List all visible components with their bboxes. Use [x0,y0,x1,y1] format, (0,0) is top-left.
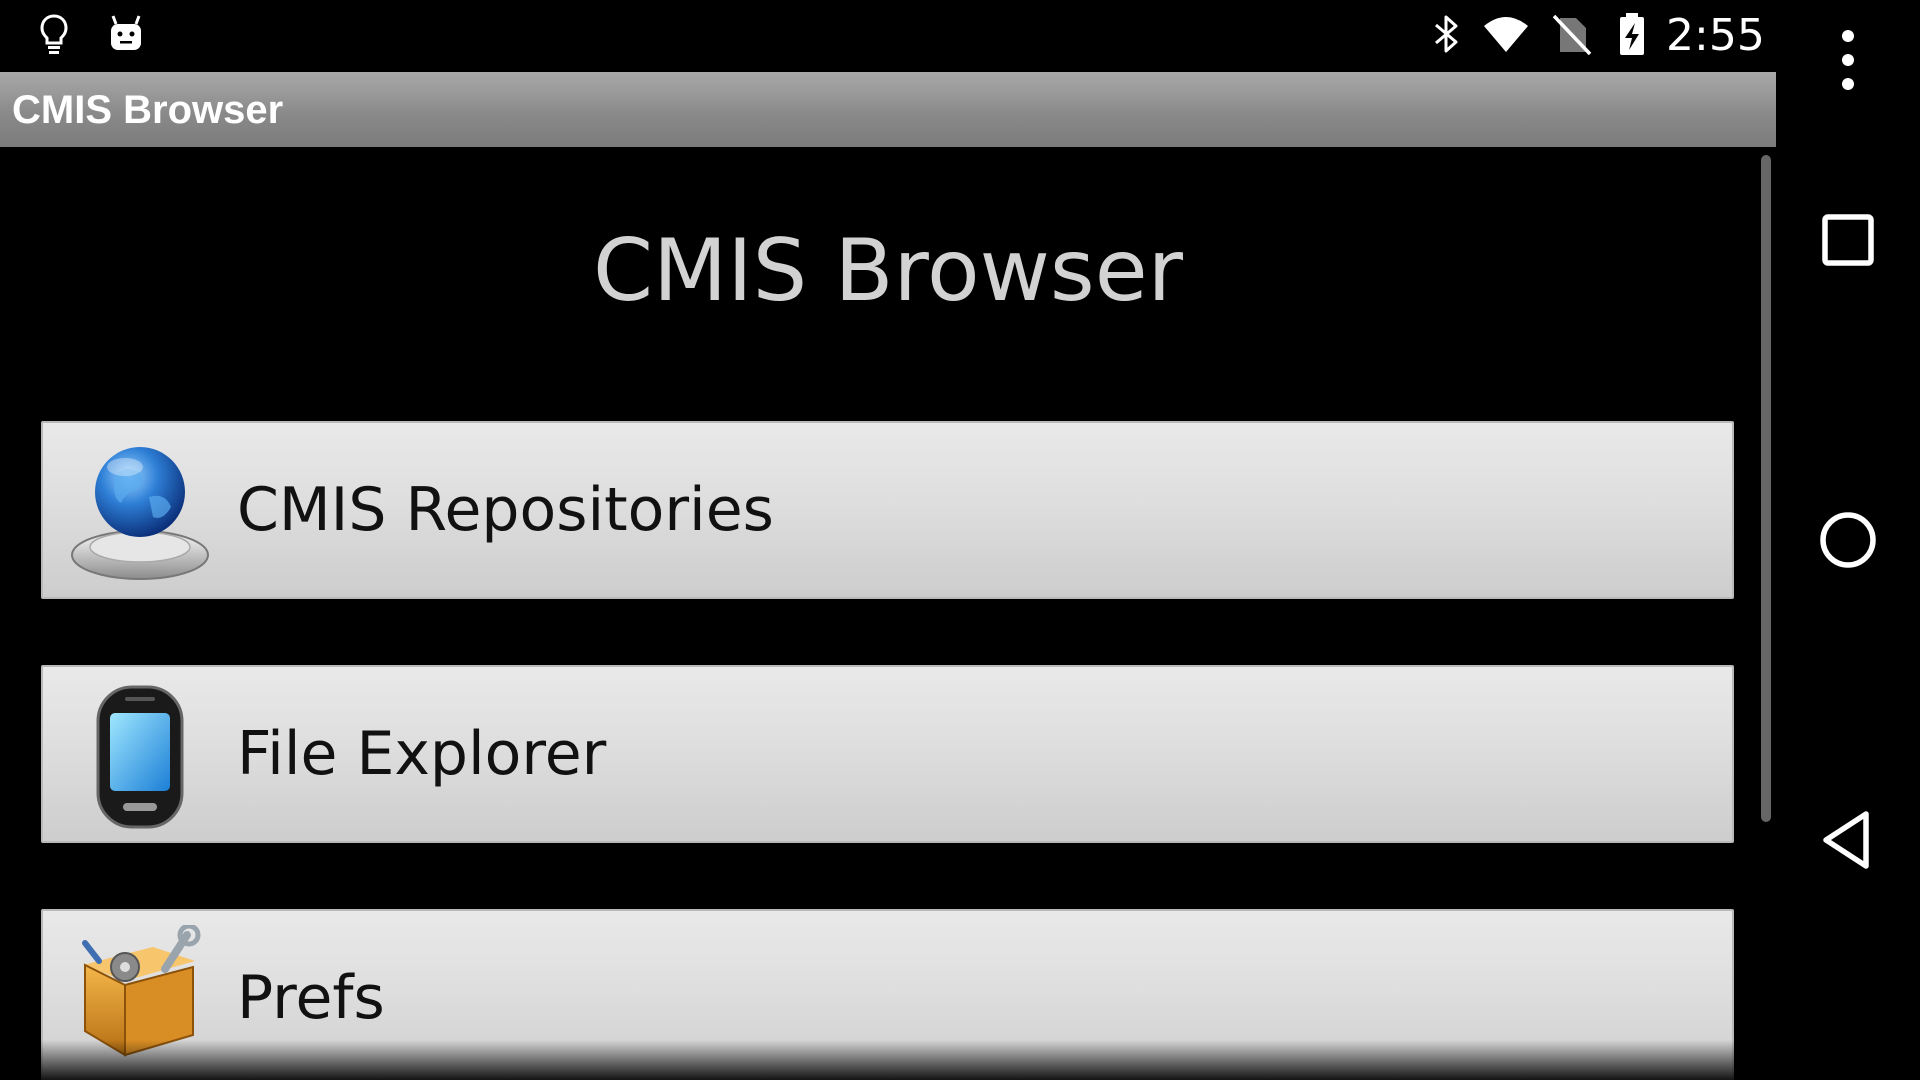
nav-bar [1776,0,1920,1080]
status-bar: 2:55 [0,0,1776,72]
back-icon[interactable] [1800,792,1896,888]
clock: 2:55 [1666,10,1765,61]
battery-charging-icon [1608,10,1656,58]
file-explorer-button[interactable]: File Explorer [41,665,1734,843]
file-explorer-label: File Explorer [237,719,607,789]
prefs-label: Prefs [237,963,385,1033]
cmis-repositories-label: CMIS Repositories [237,475,774,545]
bluetooth-icon [1422,10,1470,58]
page-heading: CMIS Browser [592,221,1184,321]
android-icon [102,10,150,58]
no-sim-icon [1548,10,1596,58]
main-content: CMIS Browser CMIS Repositories File Expl… [0,147,1776,1080]
screen: 2:55 CMIS Browser CMIS Browser CMIS Repo… [0,0,1920,1080]
prefs-button[interactable]: Prefs [41,909,1734,1080]
globe-icon [65,437,215,587]
home-icon[interactable] [1800,492,1896,588]
lightbulb-icon [30,10,78,58]
recents-icon[interactable] [1800,192,1896,288]
phone-icon [65,681,215,831]
toolbox-icon [65,925,215,1075]
app-title: CMIS Browser [12,88,284,132]
wifi-icon [1482,10,1530,58]
scrollbar[interactable] [1761,155,1771,822]
cmis-repositories-button[interactable]: CMIS Repositories [41,421,1734,599]
overflow-menu-icon[interactable] [1800,12,1896,108]
title-bar: CMIS Browser [0,72,1776,147]
